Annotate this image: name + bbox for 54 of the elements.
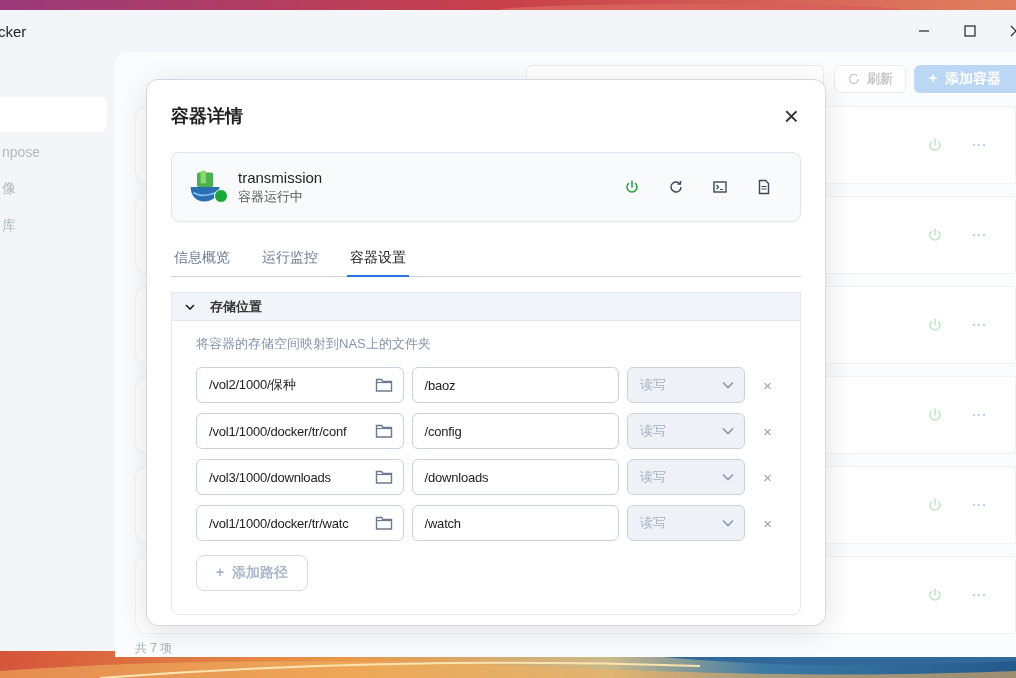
container-status: 容器运行中 bbox=[238, 187, 304, 206]
container-path-field[interactable]: /watch bbox=[411, 505, 620, 541]
more-icon[interactable] bbox=[971, 503, 987, 507]
host-path-field[interactable]: /vol1/1000/docker/tr/conf bbox=[196, 413, 404, 449]
more-icon[interactable] bbox=[971, 593, 987, 597]
sidebar-item[interactable]: npose bbox=[2, 143, 41, 160]
container-path-field[interactable]: /config bbox=[411, 413, 620, 449]
more-icon[interactable] bbox=[971, 233, 987, 237]
tab[interactable]: 运行监控 bbox=[259, 249, 321, 277]
document-icon[interactable] bbox=[756, 179, 772, 195]
folder-icon[interactable] bbox=[374, 423, 393, 439]
sidebar-item[interactable]: 像 bbox=[2, 179, 16, 198]
tab[interactable]: 信息概览 bbox=[171, 249, 233, 277]
section-header[interactable]: 存储位置 bbox=[172, 293, 800, 321]
power-icon[interactable] bbox=[624, 179, 640, 195]
host-path-field[interactable]: /vol2/1000/保种 bbox=[196, 367, 404, 403]
caret-icon bbox=[722, 519, 735, 527]
dialog-title: 容器详情 bbox=[171, 105, 243, 128]
add-path-button[interactable]: + 添加路径 bbox=[196, 555, 308, 591]
maximize-icon[interactable] bbox=[964, 25, 976, 37]
folder-icon[interactable] bbox=[374, 469, 393, 485]
container-name: transmission bbox=[238, 168, 323, 186]
item-count: 共 7 项 bbox=[135, 640, 173, 657]
host-path-field[interactable]: /vol1/1000/docker/tr/watc bbox=[196, 505, 404, 541]
power-icon[interactable] bbox=[927, 587, 943, 603]
section-title: 存储位置 bbox=[210, 297, 262, 316]
close-button[interactable]: × bbox=[781, 103, 801, 129]
container-path-field[interactable]: /downloads bbox=[411, 459, 620, 495]
caret-icon bbox=[722, 473, 735, 481]
caret-icon bbox=[722, 381, 735, 389]
restart-icon[interactable] bbox=[668, 179, 684, 195]
caret-icon bbox=[722, 427, 735, 435]
tab[interactable]: 容器设置 bbox=[347, 249, 409, 277]
more-icon[interactable] bbox=[971, 323, 987, 327]
host-path-field[interactable]: /vol3/1000/downloads bbox=[196, 459, 404, 495]
folder-icon[interactable] bbox=[374, 515, 393, 531]
remove-button[interactable]: × bbox=[759, 376, 776, 394]
section-description: 将容器的存储空间映射到NAS上的文件夹 bbox=[196, 335, 432, 353]
power-icon[interactable] bbox=[927, 407, 943, 423]
add-container-button[interactable]: + 添加容器 bbox=[914, 65, 1016, 93]
power-icon[interactable] bbox=[927, 227, 943, 243]
more-icon[interactable] bbox=[971, 143, 987, 147]
power-icon[interactable] bbox=[927, 317, 943, 333]
power-icon[interactable] bbox=[927, 137, 943, 153]
remove-button[interactable]: × bbox=[759, 422, 776, 440]
container-path-field[interactable]: /baoz bbox=[411, 367, 620, 403]
remove-button[interactable]: × bbox=[759, 514, 776, 532]
sidebar-item[interactable]: 库 bbox=[2, 216, 16, 235]
refresh-icon bbox=[847, 72, 861, 86]
terminal-icon[interactable] bbox=[712, 179, 728, 195]
remove-button[interactable]: × bbox=[759, 468, 776, 486]
folder-icon[interactable] bbox=[374, 377, 393, 393]
more-icon[interactable] bbox=[971, 413, 987, 417]
power-icon[interactable] bbox=[927, 497, 943, 513]
